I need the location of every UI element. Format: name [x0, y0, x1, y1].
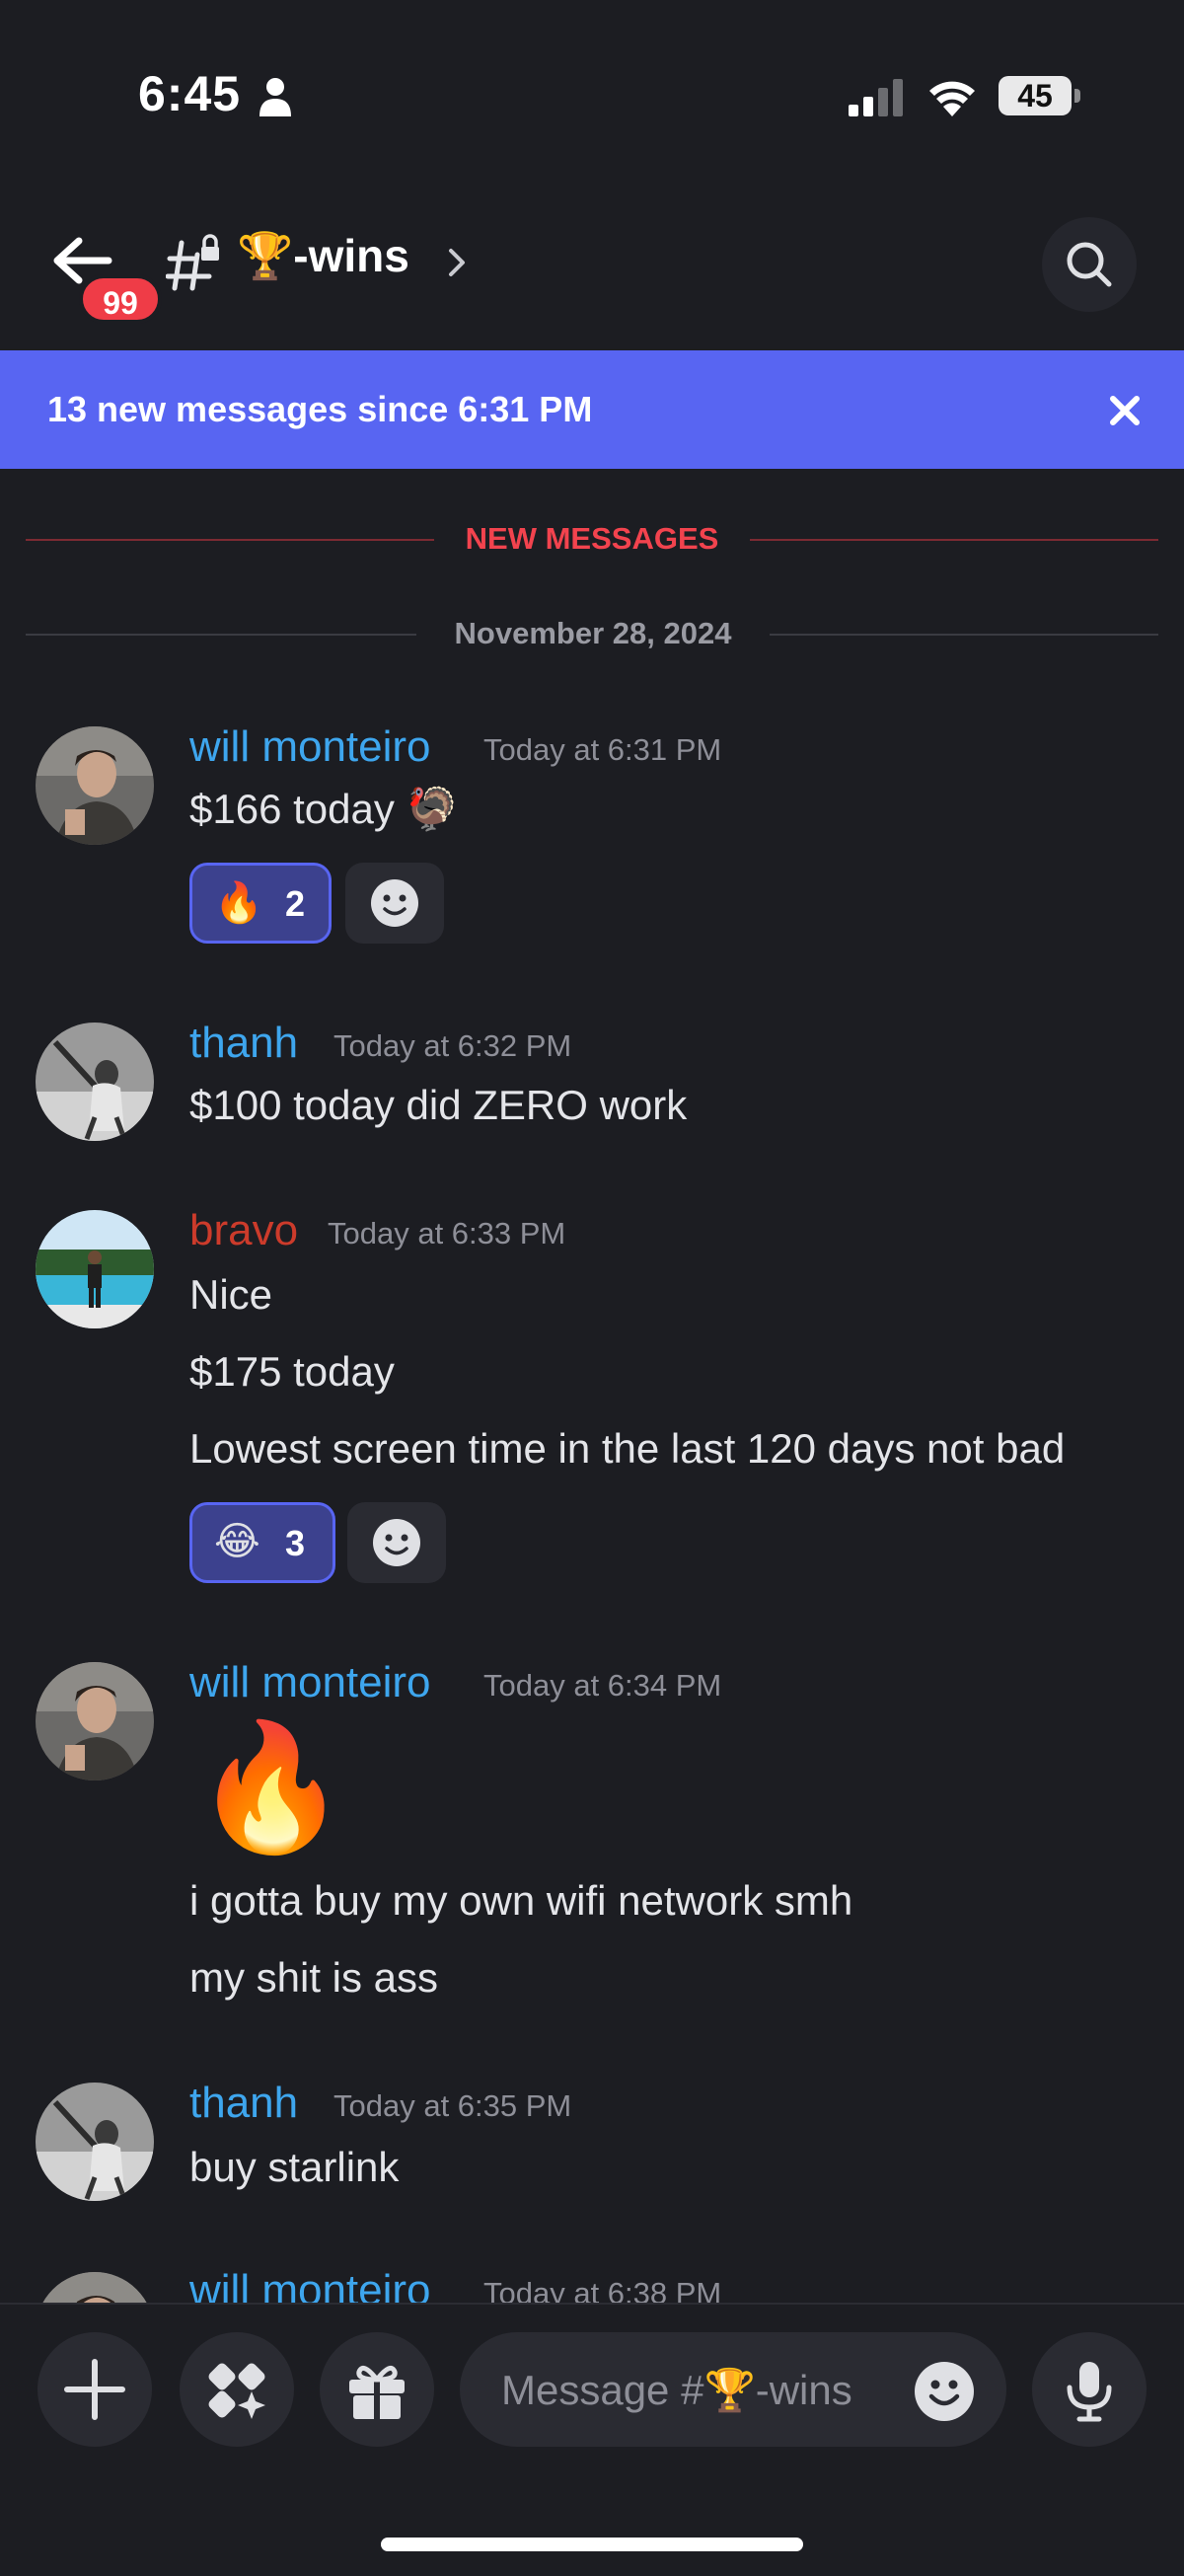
message-text: Lowest screen time in the last 120 days …: [189, 1425, 1066, 1472]
avatar[interactable]: [36, 1023, 154, 1141]
battery-level: 45: [1017, 78, 1053, 114]
message-input-placeholder[interactable]: Message #🏆-wins: [501, 2367, 852, 2415]
new-messages-divider-line: [750, 539, 1158, 541]
message-text: Nice: [189, 1271, 273, 1318]
home-indicator[interactable]: [381, 2538, 803, 2551]
gift-button[interactable]: [320, 2332, 434, 2447]
status-time: 6:45: [138, 66, 242, 121]
add-reaction-button[interactable]: [345, 863, 444, 944]
cellular-signal-icon: [849, 79, 903, 116]
reaction-emoji: 😂: [214, 1520, 260, 1563]
message-timestamp: Today at 6:31 PM: [483, 732, 722, 767]
reaction-count: 2: [285, 883, 306, 924]
message-text: $166 today 🦃: [189, 786, 458, 832]
wifi-icon: [929, 81, 975, 116]
reaction-count: 3: [285, 1523, 306, 1563]
message-author[interactable]: will monteiro: [189, 1658, 431, 1707]
reaction-chip[interactable]: 😂 3: [189, 1502, 335, 1583]
message-text: $175 today: [189, 1348, 395, 1395]
unread-badge: 99: [79, 274, 162, 324]
message-timestamp: Today at 6:34 PM: [483, 1668, 722, 1703]
add-reaction-icon: [373, 1519, 420, 1566]
new-messages-divider-line: [26, 539, 434, 541]
message-text: buy starlink: [189, 2144, 400, 2190]
battery-indicator: 45: [999, 76, 1081, 117]
message-author[interactable]: will monteiro: [189, 722, 431, 772]
add-reaction-button[interactable]: [347, 1502, 446, 1583]
chevron-right-icon[interactable]: [446, 245, 468, 280]
person-icon: [259, 78, 291, 116]
message-text: i gotta buy my own wifi network smh: [189, 1877, 853, 1924]
message-text: my shit is ass: [189, 1954, 439, 2001]
plus-icon: [64, 2359, 125, 2420]
search-icon: [1067, 242, 1112, 287]
new-messages-banner-text[interactable]: 13 new messages since 6:31 PM: [47, 389, 592, 430]
message-timestamp: Today at 6:35 PM: [333, 2088, 572, 2123]
avatar[interactable]: [36, 1210, 154, 1328]
avatar[interactable]: [36, 2083, 154, 2201]
message-timestamp: Today at 6:33 PM: [328, 1216, 566, 1250]
close-icon[interactable]: [1105, 391, 1145, 430]
message-emoji-jumbo: 🔥: [193, 1717, 348, 1856]
avatar[interactable]: [36, 726, 154, 845]
message-author[interactable]: thanh: [189, 1019, 298, 1068]
emoji-picker-icon[interactable]: [914, 2361, 975, 2422]
channel-title[interactable]: 🏆-wins: [237, 229, 409, 283]
apps-button[interactable]: [180, 2332, 294, 2447]
message-text: $100 today did ZERO work: [189, 1082, 688, 1128]
date-divider: November 28, 2024: [454, 616, 732, 650]
apps-sparkle-icon: [208, 2363, 265, 2419]
gift-icon: [349, 2365, 405, 2419]
locked-channel-icon: [166, 234, 219, 291]
new-messages-divider: NEW MESSAGES: [465, 521, 719, 556]
search-button[interactable]: [1042, 217, 1137, 312]
message-author[interactable]: bravo: [189, 1206, 298, 1255]
add-attachment-button[interactable]: [37, 2332, 152, 2447]
reaction-emoji: 🔥: [214, 881, 263, 925]
channel-name-text: -wins: [293, 230, 409, 281]
date-divider-line: [770, 634, 1158, 636]
reaction-chip[interactable]: 🔥 2: [189, 863, 332, 944]
microphone-icon: [1067, 2362, 1112, 2422]
avatar[interactable]: [36, 1662, 154, 1780]
add-reaction-icon: [371, 879, 418, 927]
date-divider-line: [26, 634, 416, 636]
message-author[interactable]: thanh: [189, 2079, 298, 2128]
message-timestamp: Today at 6:32 PM: [333, 1028, 572, 1063]
channel-emoji: 🏆: [237, 230, 294, 281]
voice-message-button[interactable]: [1032, 2332, 1147, 2447]
